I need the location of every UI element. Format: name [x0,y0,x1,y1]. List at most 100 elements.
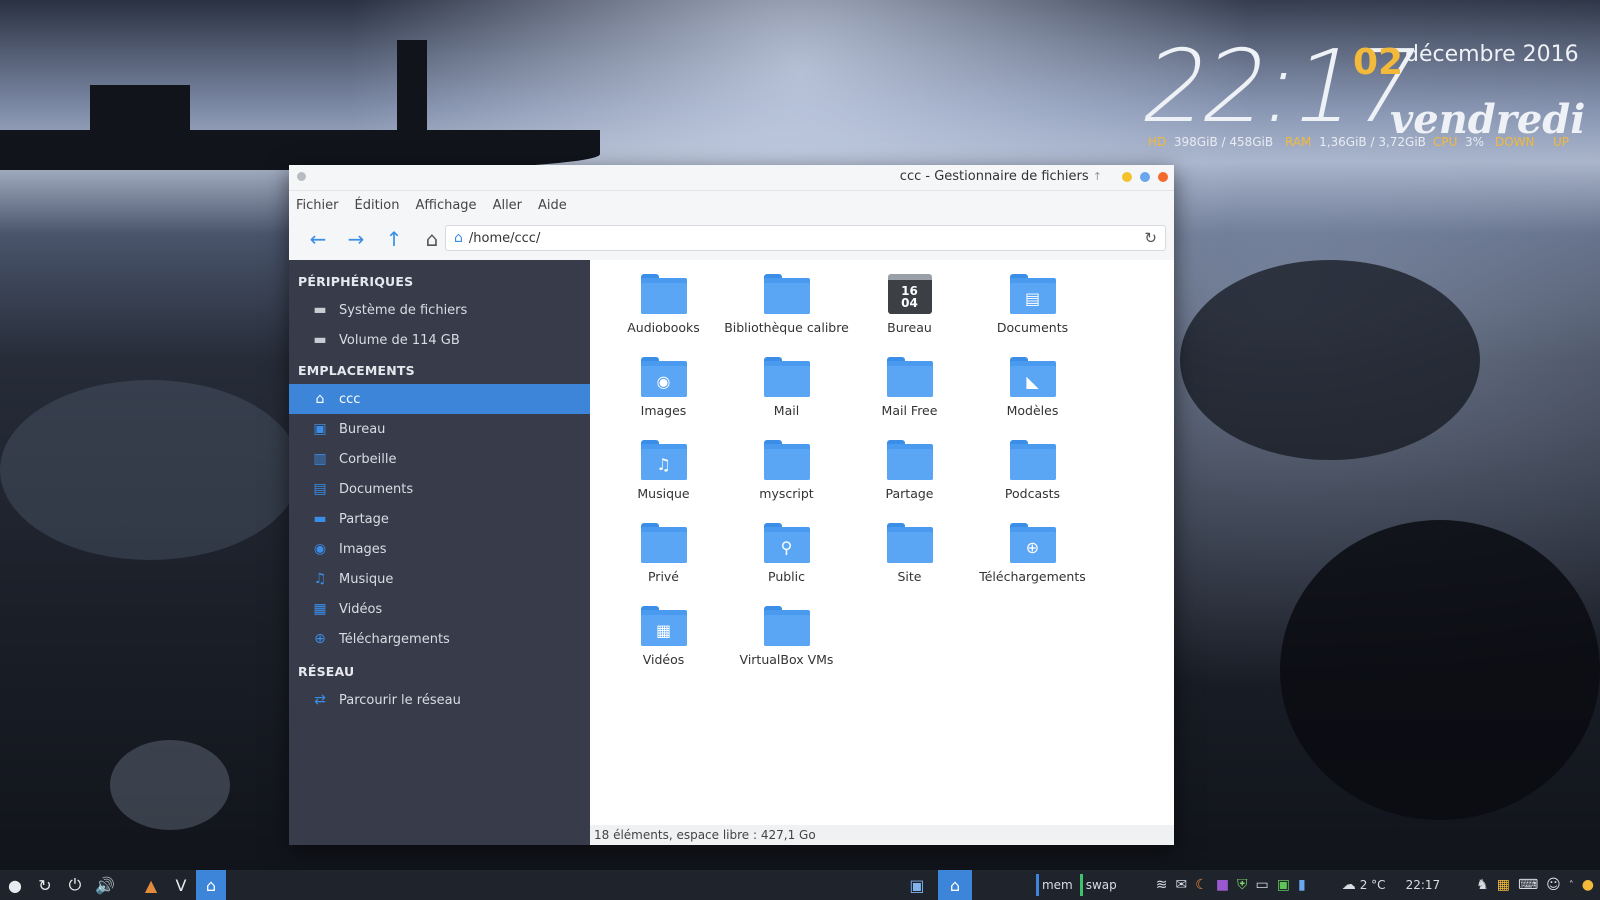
file-item-label: Podcasts [1004,486,1061,501]
file-item[interactable]: Podcasts [971,436,1094,519]
titlebar[interactable]: ccc - Gestionnaire de fichiers ↑ [289,165,1174,191]
back-button[interactable]: ← [299,224,337,254]
smiley-icon[interactable]: ☺ [1546,877,1561,893]
file-manager-window: ccc - Gestionnaire de fichiers ↑ Fichier… [289,165,1174,845]
sidebar-item-bureau[interactable]: ▣ Bureau [289,414,590,444]
menu-fichier[interactable]: Fichier [296,198,339,213]
file-item[interactable]: Site [848,519,971,602]
expand-tray-icon[interactable]: ˄ [1569,880,1574,891]
file-item[interactable]: ▦ Vidéos [602,602,725,685]
folder-icon [886,357,933,397]
sidebar-item-videos[interactable]: ▦ Vidéos [289,594,590,624]
home-icon: ⌂ [315,391,325,407]
file-item[interactable]: Privé [602,519,725,602]
file-item[interactable]: ▤ Documents [971,270,1094,353]
sidebar-item-ccc[interactable]: ⌂ ccc [289,384,590,414]
camera-icon: ◉ [313,541,327,557]
keyboard-icon[interactable]: ⌨ [1518,877,1538,893]
wifi-icon[interactable]: ≋ [1156,877,1168,893]
taskbar-home-window-icon[interactable]: ⌂ [937,870,972,900]
close-button[interactable] [1158,172,1168,182]
taskbar-clock[interactable]: 22:17 [1406,878,1441,892]
location-bar[interactable]: ⌂ /home/ccc/ ↻ [445,225,1166,251]
folder-music-icon: ♫ [640,440,687,480]
home-icon: ⌂ [454,230,463,246]
maximize-button[interactable] [1140,172,1150,182]
swap-monitor: swap [1079,874,1120,896]
drive-icon: ▬ [313,302,327,318]
forward-button[interactable]: → [337,224,375,254]
green-app-icon[interactable]: ▣ [1277,877,1290,893]
sysinfo-ram: RAM 1,36GiB / 3,72GiB [1285,135,1426,149]
folder-icon [640,274,687,314]
battery-icon[interactable]: ▮ [1298,877,1306,893]
file-item-label: Privé [647,569,680,584]
menu-affichage[interactable]: Affichage [415,198,476,213]
file-item[interactable]: 16 04 Bureau [848,270,971,353]
taskbar-window-icon[interactable]: ▣ [902,870,932,900]
file-item[interactable]: ⊕ Téléchargements [971,519,1094,602]
folder-icon [640,523,687,563]
folder-icon [763,440,810,480]
app-v-icon[interactable]: V [166,870,196,900]
desktop-clock-month: décembre 2016 [1405,42,1579,67]
arrow-left-icon: ← [309,227,327,251]
volume-icon[interactable]: 🔊 [90,870,120,900]
file-view[interactable]: Audiobooks Bibliothèque calibre 16 04 Bureau… [590,260,1174,845]
sidebar-item-partage[interactable]: ▬ Partage [289,504,590,534]
notification-icon[interactable]: ● [1582,877,1594,893]
file-item[interactable]: Mail [725,353,848,436]
arrow-right-icon: → [347,227,365,251]
folder-icon [763,274,810,314]
file-item-label: Bibliothèque calibre [724,320,849,335]
reload-icon[interactable]: ↻ [1144,229,1157,247]
night-icon[interactable]: ☾ [1195,877,1208,893]
file-item[interactable]: VirtualBox VMs [725,602,848,685]
menu-aller[interactable]: Aller [493,198,522,213]
rock [110,740,230,830]
file-item-label: myscript [759,486,814,501]
app-icon[interactable]: ■ [1216,877,1229,893]
shield-icon[interactable]: ⛨ [1237,877,1248,893]
sidebar-item-network[interactable]: ⇄ Parcourir le réseau [289,685,590,715]
file-item-label: Modèles [1006,403,1059,418]
weather-temp: 2 °C [1359,878,1386,892]
file-item[interactable]: ◣ Modèles [971,353,1094,436]
sidebar-item-filesystem[interactable]: ▬ Système de fichiers [289,295,590,325]
sidebar-item-telechargements[interactable]: ⊕ Téléchargements [289,624,590,654]
grid-icon[interactable]: ▦ [1497,877,1510,893]
file-item[interactable]: ⚲ Public [725,519,848,602]
file-item[interactable]: Audiobooks [602,270,725,353]
refresh-icon[interactable]: ↻ [30,870,60,900]
power-icon[interactable]: ⏻ [60,870,90,900]
weather-icon[interactable]: ☁ [1342,877,1356,893]
sidebar-item-documents[interactable]: ▤ Documents [289,474,590,504]
horse-icon[interactable]: ♞ [1476,877,1489,893]
file-item[interactable]: Mail Free [848,353,971,436]
mail-icon[interactable]: ✉ [1176,877,1188,893]
sidebar-item-volume[interactable]: ▬ Volume de 114 GB [289,325,590,355]
file-item[interactable]: myscript [725,436,848,519]
sidebar-item-corbeille[interactable]: ▥ Corbeille [289,444,590,474]
menu-aide[interactable]: Aide [538,198,567,213]
arrow-up-icon: ↑ [385,227,403,251]
window-menu-icon[interactable] [297,172,306,181]
file-item[interactable]: Bibliothèque calibre [724,270,849,353]
folder-icon [763,357,810,397]
file-item[interactable]: ♫ Musique [602,436,725,519]
sidebar-item-musique[interactable]: ♫ Musique [289,564,590,594]
file-item[interactable]: ◉ Images [602,353,725,436]
menu-edition[interactable]: Édition [355,198,400,213]
taskbar-file-manager-icon[interactable]: ⌂ [196,870,226,900]
calendar-icon: 16 04 [887,274,932,314]
sidebar-item-images[interactable]: ◉ Images [289,534,590,564]
app-launcher-icon[interactable]: ▲ [136,870,166,900]
file-item[interactable]: Partage [848,436,971,519]
folder-video-icon: ▦ [640,606,687,646]
terminal-icon[interactable]: ▭ [1256,877,1269,893]
up-button[interactable]: ↑ [375,224,413,254]
menu-icon[interactable]: ● [0,870,30,900]
file-item-label: Site [897,569,922,584]
minimize-button[interactable] [1122,172,1132,182]
rock [1180,260,1480,460]
